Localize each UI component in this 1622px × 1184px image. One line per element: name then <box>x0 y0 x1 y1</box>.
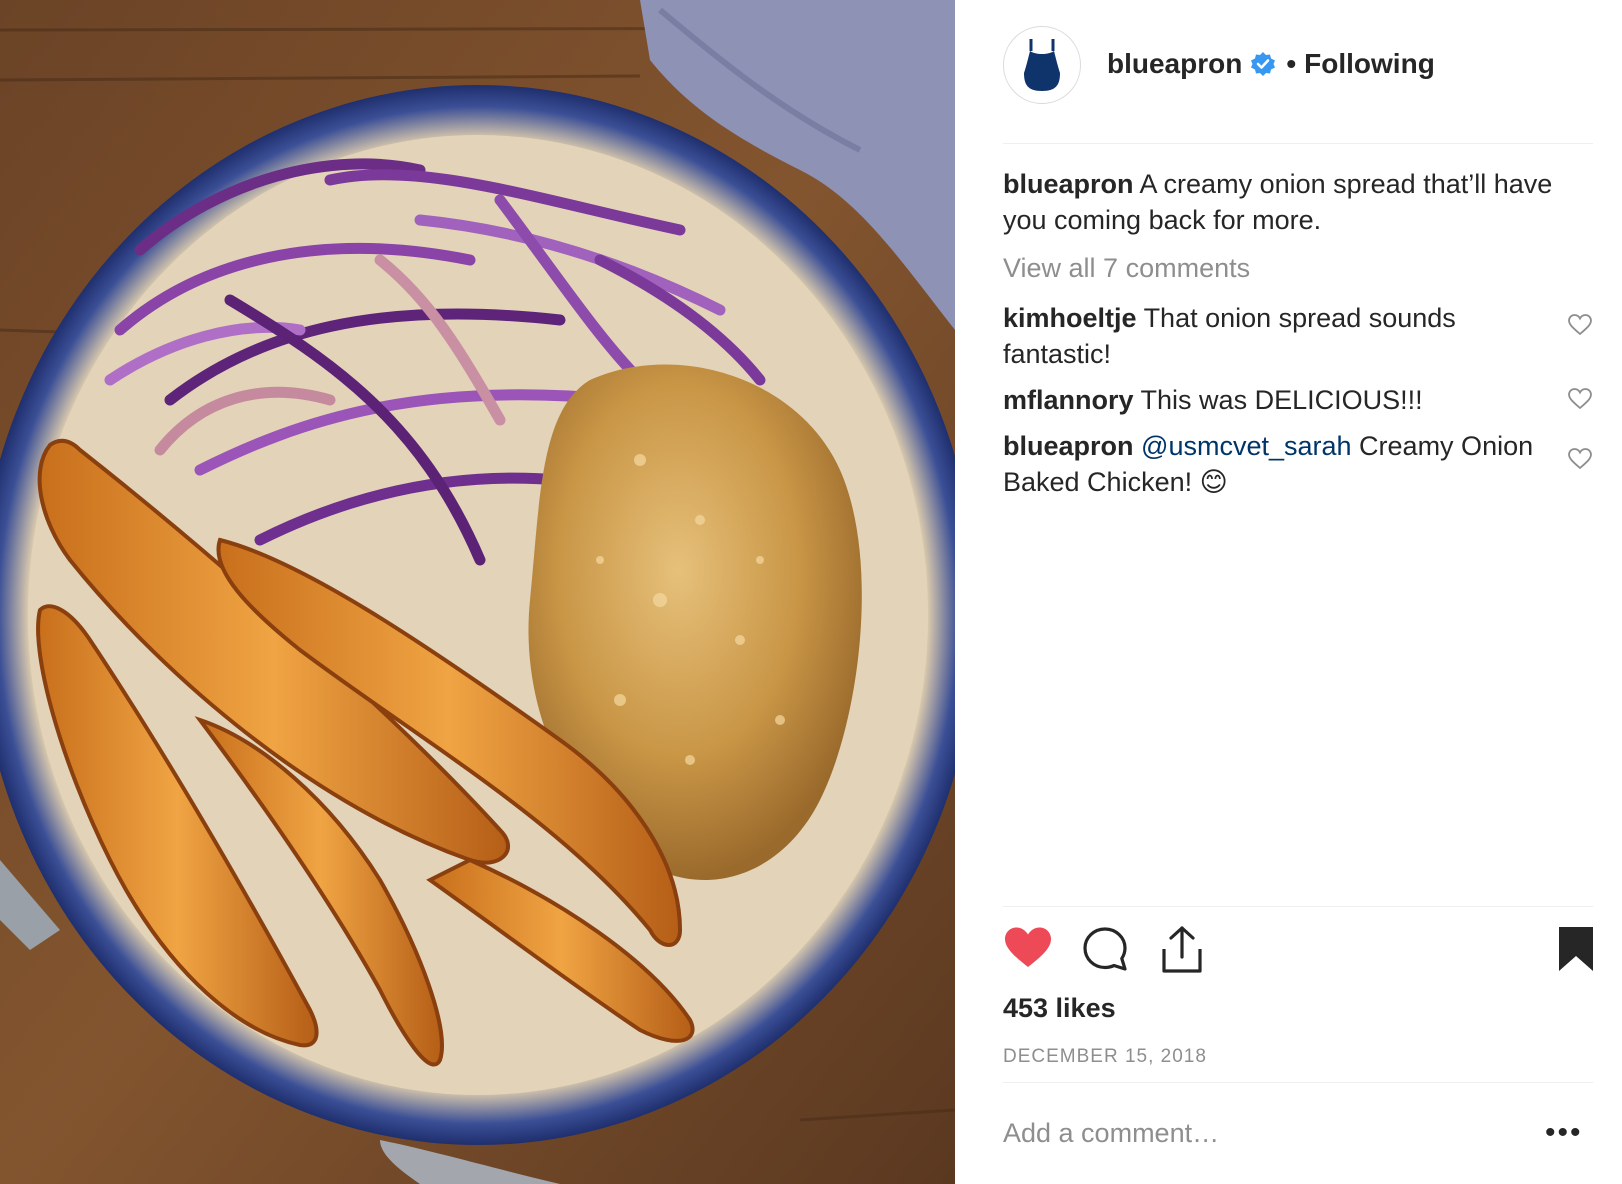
header-text: blueapron • Following <box>1107 48 1435 80</box>
post-header: blueapron • Following <box>1003 26 1593 142</box>
verified-badge-icon <box>1251 52 1276 76</box>
caption: blueapron A creamy onion spread that’ll … <box>1003 166 1593 238</box>
post-date: DECEMBER 15, 2018 <box>1003 1046 1207 1067</box>
likes-count[interactable]: 453 likes <box>1003 993 1116 1024</box>
heart-filled-icon[interactable] <box>1003 925 1053 971</box>
comment-username[interactable]: blueapron <box>1003 431 1134 461</box>
more-options-button[interactable]: ••• <box>1545 1118 1583 1148</box>
comment-bubble-icon[interactable] <box>1081 925 1129 973</box>
heart-outline-icon[interactable] <box>1567 446 1593 472</box>
comment-item: mflannory This was DELICIOUS!!! <box>1003 382 1593 418</box>
comment-item: kimhoeltje That onion spread sounds fant… <box>1003 300 1593 372</box>
actions-divider <box>1003 906 1593 907</box>
food-photo-illustration <box>0 0 955 1184</box>
comment-input-divider <box>1003 1082 1593 1083</box>
heart-outline-icon[interactable] <box>1567 312 1593 338</box>
comment-mention[interactable]: @usmcvet_sarah <box>1141 431 1352 461</box>
caption-username[interactable]: blueapron <box>1003 169 1134 199</box>
apron-logo-icon <box>1024 39 1060 91</box>
header-divider <box>1003 143 1593 144</box>
add-comment-input[interactable]: Add a comment… <box>1003 1118 1219 1149</box>
heart-outline-icon[interactable] <box>1567 386 1593 412</box>
comments-section: blueapron A creamy onion spread that’ll … <box>1003 166 1593 510</box>
account-username[interactable]: blueapron <box>1107 48 1242 80</box>
comment-text: This was DELICIOUS!!! <box>1140 385 1423 415</box>
comment-username[interactable]: mflannory <box>1003 385 1134 415</box>
follow-status-button[interactable]: Following <box>1304 48 1435 80</box>
action-bar <box>1003 925 1593 985</box>
comment-username[interactable]: kimhoeltje <box>1003 303 1137 333</box>
post-photo[interactable] <box>0 0 955 1184</box>
comment-item: blueapron @usmcvet_sarah Creamy Onion Ba… <box>1003 428 1593 500</box>
view-all-comments-link[interactable]: View all 7 comments <box>1003 250 1593 286</box>
avatar[interactable] <box>1003 26 1081 104</box>
share-upload-icon[interactable] <box>1159 925 1205 975</box>
separator-dot: • <box>1286 48 1297 79</box>
bookmark-filled-icon[interactable] <box>1557 925 1595 973</box>
post-sidebar: blueapron • Following blueapron A creamy… <box>955 0 1622 1184</box>
